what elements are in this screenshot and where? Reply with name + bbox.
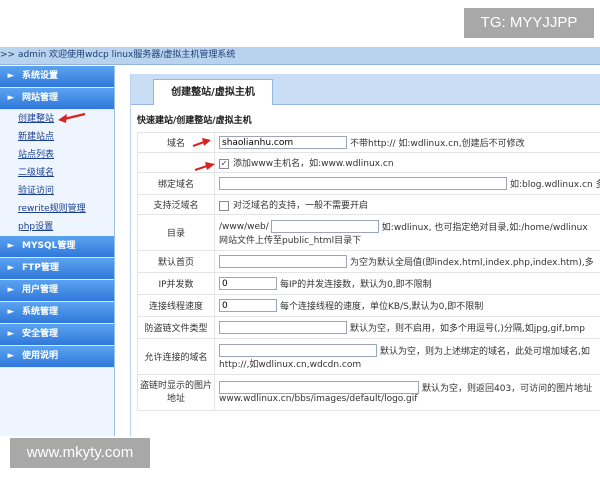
hotlink-types-hint: 默认为空，则不启用，如多个用逗号(,)分隔,如jpg,gif,bmp bbox=[350, 324, 585, 334]
directory-prefix: /www/web/ bbox=[219, 221, 269, 232]
thread-speed-input[interactable]: 0 bbox=[219, 299, 277, 312]
www-checkbox-label: 添加www主机名，如:www.wdlinux.cn bbox=[233, 159, 394, 169]
menu-system-settings[interactable]: ► 系统设置 bbox=[0, 66, 114, 88]
thread-speed-label: 连接线程速度 bbox=[137, 294, 215, 317]
domain-hint: 不带http:// 如:wdlinux.cn,创建后不可修改 bbox=[350, 139, 525, 149]
domain-input[interactable]: shaolianhu.com bbox=[219, 136, 347, 149]
www-checkbox[interactable]: ✓ bbox=[219, 158, 229, 169]
menu-arrow-icon: ► bbox=[7, 285, 15, 295]
menu-users[interactable]: ► 用户管理 bbox=[0, 280, 114, 302]
sidebar-item-new-site[interactable]: 新建站点 bbox=[0, 128, 114, 146]
allowed-domains-label: 允许连接的域名 bbox=[137, 338, 215, 375]
bind-domain-input[interactable] bbox=[219, 177, 507, 190]
menu-label: MYSQL管理 bbox=[22, 241, 76, 251]
main-panel: 创建整站/虚拟主机 快速建站/创建整站/虚拟主机 域名 shaolianhu.c… bbox=[130, 74, 600, 436]
menu-arrow-icon: ► bbox=[7, 241, 15, 251]
menu-arrow-icon: ► bbox=[7, 71, 15, 81]
menu-security[interactable]: ► 安全管理 bbox=[0, 324, 114, 346]
welcome-breadcrumb: >> admin 欢迎使用wdcp linux服务器/虚拟主机管理系统 bbox=[0, 47, 600, 65]
sidebar-item-rewrite[interactable]: rewrite规则管理 bbox=[0, 200, 114, 218]
allowed-domains-input[interactable] bbox=[219, 343, 377, 357]
hotlink-types-input[interactable] bbox=[219, 321, 347, 334]
hotlink-image-label: 盗链时显示的图片地址 bbox=[137, 374, 215, 411]
menu-arrow-icon: ► bbox=[7, 329, 15, 339]
red-arrow-icon bbox=[58, 112, 86, 123]
directory-label: 目录 bbox=[137, 214, 215, 251]
sidebar-item-subdomain[interactable]: 二级域名 bbox=[0, 164, 114, 182]
default-index-input[interactable] bbox=[219, 255, 347, 268]
menu-arrow-icon: ► bbox=[7, 263, 15, 273]
menu-help[interactable]: ► 使用说明 bbox=[0, 346, 114, 368]
menu-arrow-icon: ► bbox=[7, 351, 15, 361]
menu-label: 使用说明 bbox=[22, 351, 59, 361]
directory-hint: 如:wdlinux, 也可指定绝对目录,如:/home/wdlinux bbox=[381, 222, 588, 233]
form-heading: 快速建站/创建整站/虚拟主机 bbox=[137, 116, 252, 126]
wildcard-checkbox-label: 对泛域名的支持，一般不需要开启 bbox=[233, 201, 369, 211]
hotlink-image-hint: 默认为空，则返回403，可访问的图片地址 bbox=[422, 384, 593, 394]
bind-domain-hint: 如:blog.wdlinux.cn 多 bbox=[510, 180, 600, 190]
ip-concurrency-label: IP并发数 bbox=[137, 272, 215, 295]
default-index-hint: 为空为默认全局值(即index.html,index.php,index.htm… bbox=[350, 258, 594, 268]
thread-speed-hint: 每个连接线程的速度，单位KB/S,默认为0,即不限制 bbox=[280, 302, 484, 312]
ip-concurrency-input[interactable]: 0 bbox=[219, 277, 277, 290]
wildcard-label: 支持泛域名 bbox=[137, 194, 215, 215]
menu-mysql[interactable]: ► MYSQL管理 bbox=[0, 236, 114, 258]
allowed-domains-hint-2: http://,如wdlinux.cn,wdcdn.com bbox=[219, 359, 362, 370]
default-index-label: 默认首页 bbox=[137, 250, 215, 273]
menu-label: 系统设置 bbox=[22, 71, 59, 81]
menu-arrow-icon: ► bbox=[7, 307, 15, 317]
menu-system-management[interactable]: ► 系统管理 bbox=[0, 302, 114, 324]
directory-hint-2: 网站文件上传至public_html目录下 bbox=[219, 235, 362, 246]
hotlink-types-label: 防盗链文件类型 bbox=[137, 316, 215, 339]
menu-label: 安全管理 bbox=[22, 329, 59, 339]
bind-domain-label: 绑定域名 bbox=[137, 172, 215, 195]
sidebar-item-php-settings[interactable]: php设置 bbox=[0, 218, 114, 236]
watermark-bottom: www.mkyty.com bbox=[10, 438, 150, 468]
allowed-domains-hint: 默认为空，则为上述绑定的域名，此处可增加域名,如 bbox=[380, 346, 590, 357]
menu-label: 系统管理 bbox=[22, 307, 59, 317]
hotlink-image-hint-2: www.wdlinux.cn/bbs/images/default/logo.g… bbox=[219, 394, 418, 404]
menu-site-management[interactable]: ► 网站管理 bbox=[0, 88, 114, 110]
sidebar-item-site-list[interactable]: 站点列表 bbox=[0, 146, 114, 164]
directory-input[interactable] bbox=[270, 219, 379, 233]
menu-label: 用户管理 bbox=[22, 285, 59, 295]
menu-ftp[interactable]: ► FTP管理 bbox=[0, 258, 114, 280]
tab-create-site[interactable]: 创建整站/虚拟主机 bbox=[153, 79, 273, 105]
red-arrow-icon bbox=[194, 162, 215, 171]
menu-label: FTP管理 bbox=[22, 263, 59, 273]
menu-label: 网站管理 bbox=[22, 93, 59, 103]
wildcard-checkbox[interactable] bbox=[219, 200, 229, 211]
red-arrow-icon bbox=[192, 138, 211, 147]
menu-arrow-icon: ► bbox=[7, 93, 15, 103]
create-site-form: 域名 shaolianhu.com 不带http:// 如:wdlinux.cn,… bbox=[137, 132, 600, 411]
watermark-top: TG: MYYJJPP bbox=[464, 8, 594, 38]
hotlink-image-input[interactable] bbox=[219, 381, 419, 394]
ip-concurrency-hint: 每IP的并发连接数，默认为0,即不限制 bbox=[280, 280, 432, 290]
sidebar-item-auth-access[interactable]: 验证访问 bbox=[0, 182, 114, 200]
tab-bar: 创建整站/虚拟主机 bbox=[131, 74, 600, 105]
